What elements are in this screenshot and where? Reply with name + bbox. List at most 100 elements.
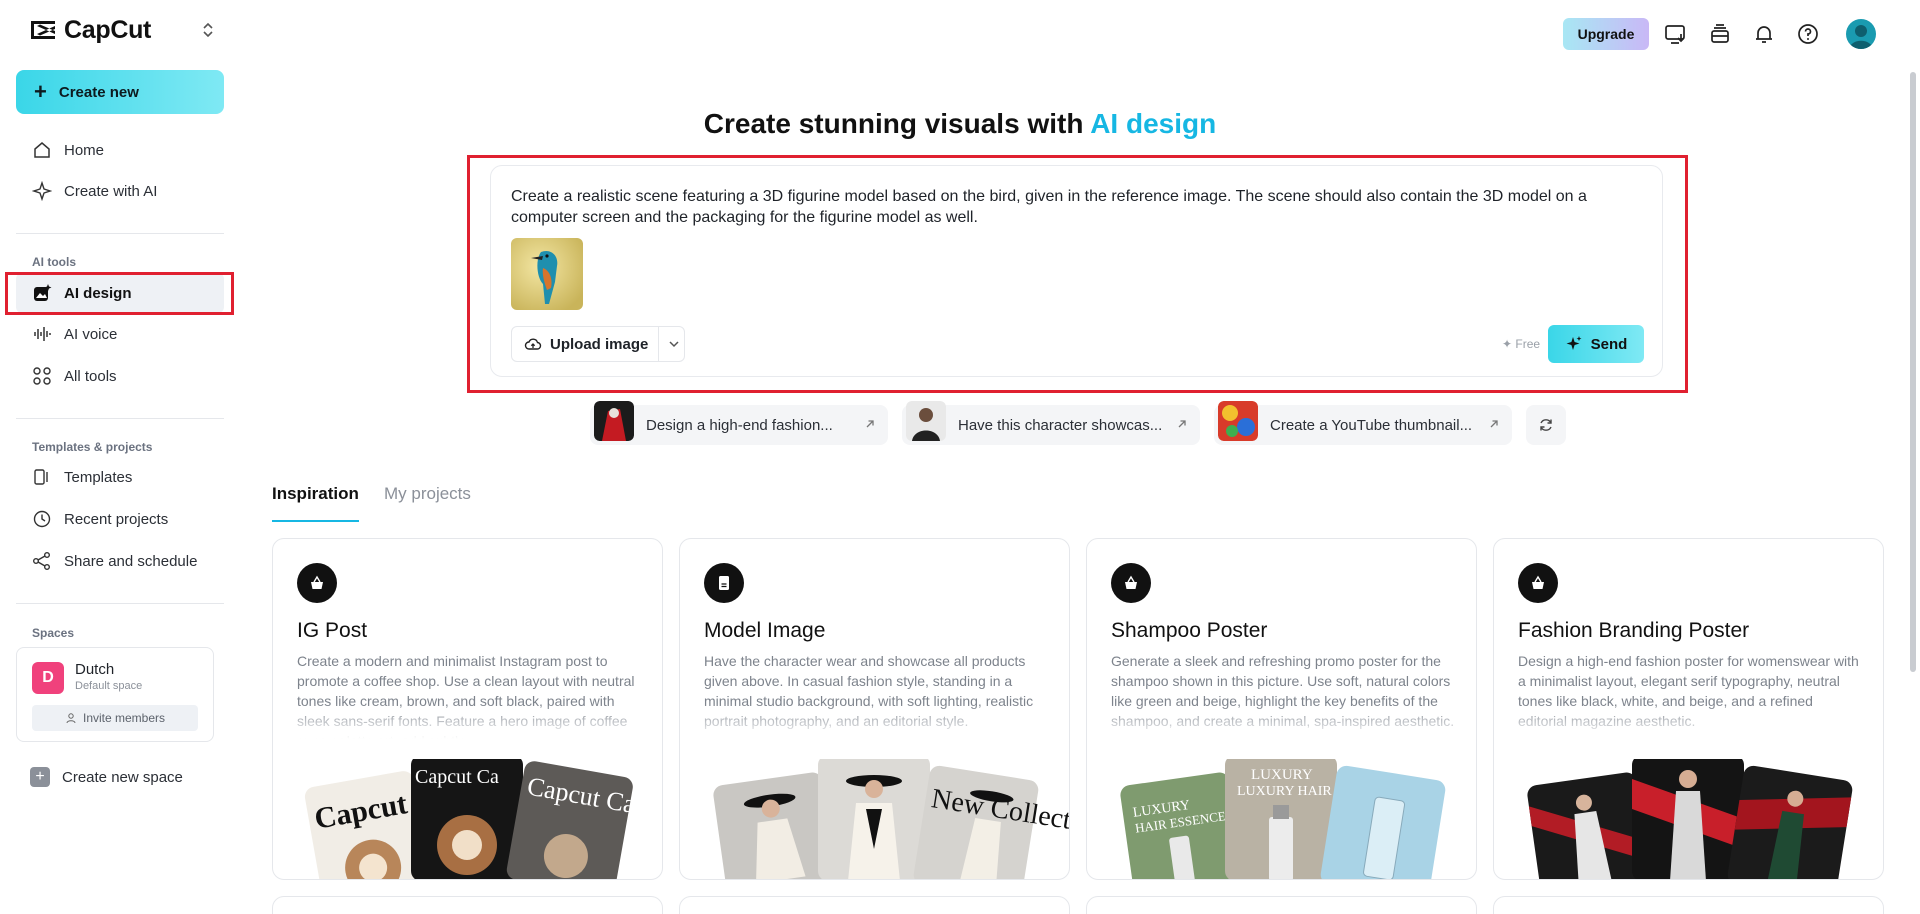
svg-text:Capcut Ca: Capcut Ca — [415, 766, 499, 788]
upgrade-button[interactable]: Upgrade — [1563, 18, 1649, 50]
sparkle-icon — [32, 181, 52, 201]
tab-my-projects[interactable]: My projects — [384, 484, 471, 504]
card-title: Shampoo Poster — [1111, 619, 1268, 642]
tab-inspiration[interactable]: Inspiration — [272, 484, 359, 504]
sidebar-divider — [16, 603, 224, 604]
send-button[interactable]: Send — [1548, 325, 1644, 363]
bell-icon[interactable] — [1752, 22, 1776, 46]
sidebar-item-label: Home — [64, 141, 105, 159]
card-description: Have the character wear and showcase all… — [704, 653, 1034, 729]
card-title: Fashion Branding Poster — [1518, 619, 1750, 642]
sidebar-item-label: Create with AI — [64, 182, 158, 200]
share-icon — [33, 552, 50, 570]
grid-icon — [33, 367, 51, 385]
inspiration-card[interactable] — [679, 896, 1070, 914]
prompt-input[interactable]: Create a realistic scene featuring a 3D … — [511, 186, 1641, 228]
suggestion-thumbnail — [1218, 401, 1258, 441]
basket-icon — [1111, 563, 1151, 603]
prompt-box[interactable]: Create a realistic scene featuring a 3D … — [490, 165, 1663, 377]
inspiration-card-fashion-branding[interactable]: Fashion Branding Poster Design a high-en… — [1493, 538, 1884, 880]
chevron-down-icon[interactable] — [667, 337, 681, 351]
arrow-up-right-icon — [866, 420, 874, 428]
sidebar-item-label: AI voice — [64, 325, 118, 343]
plus-icon: + — [34, 79, 47, 104]
sidebar-item-label: Share and schedule — [64, 552, 198, 570]
upload-image-button[interactable]: Upload image — [511, 326, 685, 362]
refresh-suggestions-button[interactable] — [1526, 405, 1566, 445]
suggestion-chip[interactable]: Have this character showcas... — [902, 401, 1200, 445]
stack-icon[interactable] — [1708, 22, 1732, 46]
sidebar-item-ai-voice[interactable]: AI voice — [16, 314, 224, 354]
card-description: Generate a sleek and refreshing promo po… — [1111, 653, 1455, 729]
suggestion-chip[interactable]: Create a YouTube thumbnail... — [1214, 401, 1512, 445]
plus-icon: + — [30, 767, 50, 787]
svg-text:LUXURY: LUXURY — [1251, 767, 1313, 783]
invite-members-button[interactable]: Invite members — [32, 705, 198, 731]
sidebar-item-create-with-ai[interactable]: Create with AI — [16, 171, 224, 211]
suggestion-thumbnail — [594, 401, 634, 441]
card-title: Model Image — [704, 619, 826, 642]
template-icon — [34, 469, 48, 485]
page-title: Create stunning visuals with AI design — [0, 108, 1920, 140]
sidebar-item-all-tools[interactable]: All tools — [16, 356, 224, 396]
inspiration-card[interactable] — [1086, 896, 1477, 914]
user-avatar-icon — [1849, 25, 1873, 49]
sidebar-divider — [16, 233, 224, 234]
app-root: CapCut + Create new Home Create with AI … — [0, 0, 1920, 914]
card-title: IG Post — [297, 619, 368, 642]
sidebar-item-recent-projects[interactable]: Recent projects — [16, 499, 224, 539]
document-icon — [704, 563, 744, 603]
sidebar-item-label: Recent projects — [64, 510, 169, 528]
sparkle-icon — [1566, 336, 1582, 350]
page-scrollbar[interactable] — [1910, 72, 1916, 672]
cloud-upload-icon — [524, 338, 542, 350]
arrow-up-right-icon — [1490, 420, 1498, 428]
section-label-templates: Templates & projects — [32, 440, 153, 454]
space-card[interactable]: D Dutch Default space Invite members — [16, 647, 214, 742]
sidebar-item-templates[interactable]: Templates — [16, 457, 224, 497]
annotation-highlight-ai-design — [5, 272, 234, 315]
page-title-accent: AI design — [1090, 108, 1217, 139]
suggestion-label: Create a YouTube thumbnail... — [1270, 416, 1473, 434]
kingfisher-image — [511, 238, 583, 310]
suggestion-thumbnail — [906, 401, 946, 441]
section-label-ai-tools: AI tools — [32, 255, 76, 269]
sidebar-item-share-schedule[interactable]: Share and schedule — [16, 541, 224, 581]
space-avatar: D — [32, 662, 64, 694]
space-name: Dutch — [75, 661, 115, 678]
suggestion-label: Design a high-end fashion... — [646, 416, 833, 434]
page-title-text: Create stunning visuals with — [703, 108, 1084, 139]
inspiration-card[interactable] — [1493, 896, 1884, 914]
inspiration-card-shampoo-poster[interactable]: Shampoo Poster Generate a sleek and refr… — [1086, 538, 1477, 880]
workspace-switch-icon[interactable] — [198, 20, 218, 40]
space-subtitle: Default space — [75, 680, 143, 692]
active-tab-indicator — [272, 520, 359, 522]
suggestion-chip[interactable]: Design a high-end fashion... — [590, 401, 888, 445]
inspiration-card[interactable] — [272, 896, 663, 914]
card-preview-shampoo: LUXURYHAIR ESSENCE LUXURYLUXURY HAIR ESS… — [1120, 759, 1446, 879]
card-preview-coffee: Capcut Cafe Capcut Ca Capcut Caf — [304, 759, 646, 879]
monitor-download-icon[interactable] — [1664, 22, 1688, 46]
upload-image-label: Upload image — [550, 335, 649, 353]
inspiration-card-model-image[interactable]: Model Image Have the character wear and … — [679, 538, 1070, 880]
brand-name: CapCut — [64, 15, 152, 44]
user-add-icon — [66, 713, 76, 724]
section-label-spaces: Spaces — [32, 626, 75, 640]
invite-members-label: Invite members — [82, 711, 166, 725]
suggestion-label: Have this character showcas... — [958, 416, 1163, 434]
inspiration-card-ig-post[interactable]: IG Post Create a modern and minimalist I… — [272, 538, 663, 880]
card-preview-fashion: New Collection — [713, 759, 1069, 879]
avatar[interactable] — [1846, 19, 1876, 49]
card-preview-branding — [1527, 759, 1853, 879]
refresh-icon — [1540, 419, 1552, 431]
reference-image-thumbnail[interactable] — [511, 238, 583, 310]
clock-icon — [33, 510, 51, 528]
sidebar-item-label: All tools — [64, 367, 117, 385]
create-new-space-button[interactable]: + Create new space — [30, 767, 183, 787]
create-new-label: Create new — [58, 83, 139, 101]
sidebar-divider — [16, 418, 224, 419]
brand-logo[interactable]: CapCut — [28, 14, 218, 46]
help-icon[interactable] — [1796, 22, 1820, 46]
basket-icon — [1518, 563, 1558, 603]
free-badge: ✦ Free — [1502, 337, 1541, 351]
